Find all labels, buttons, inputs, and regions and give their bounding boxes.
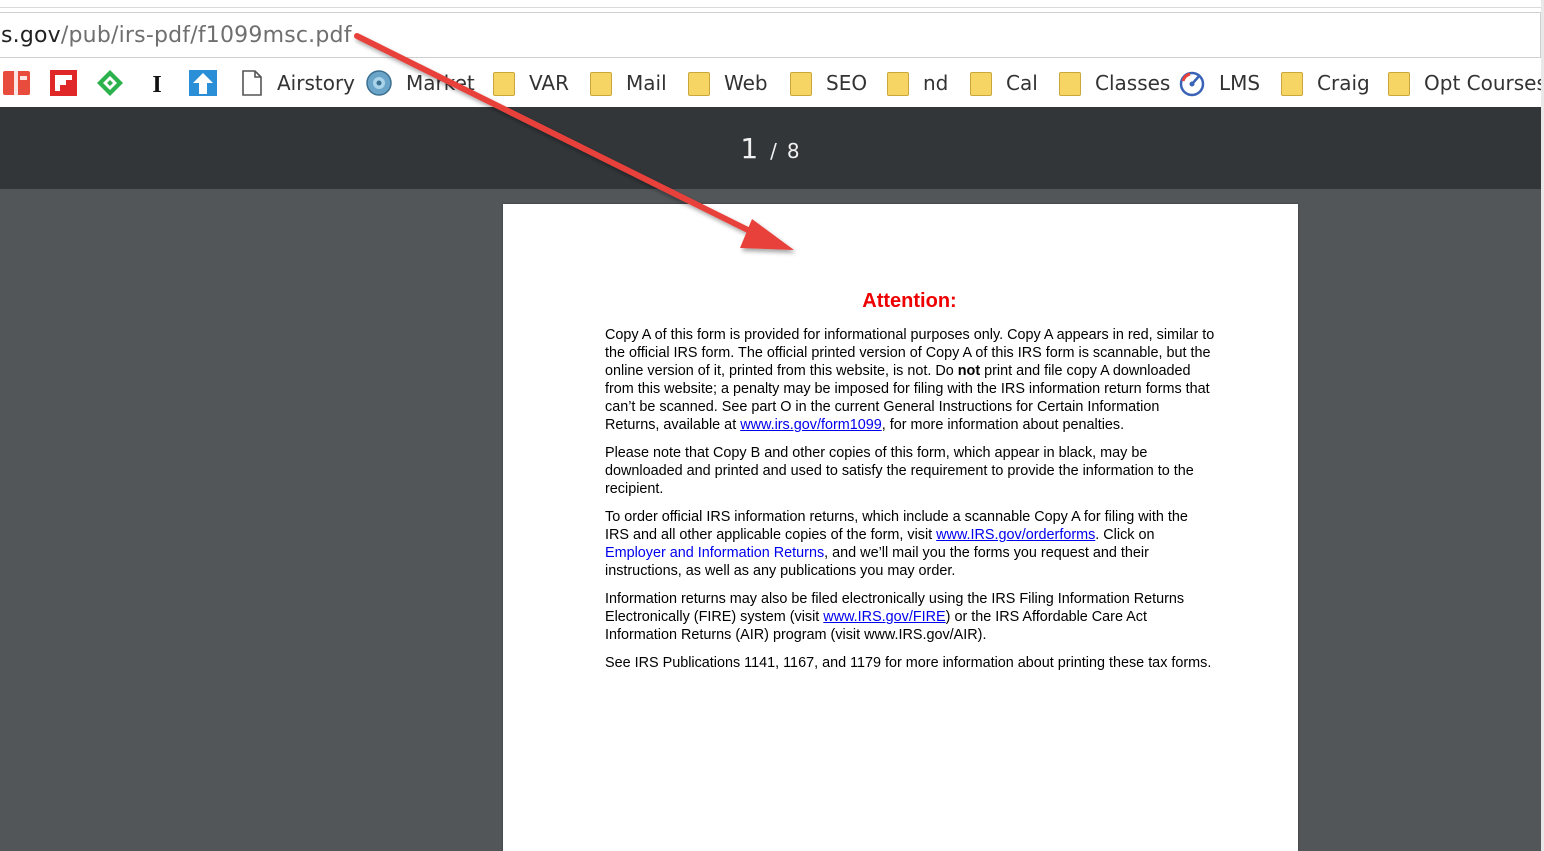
paragraph-publications: See IRS Publications 1141, 1167, and 117… <box>605 655 1212 671</box>
url-host: s.gov <box>1 22 61 48</box>
bookmark-folder-web[interactable]: Web <box>688 60 768 106</box>
folder-icon <box>493 72 515 96</box>
bookmark-label: VAR <box>529 71 569 95</box>
total-pages: 8 <box>786 138 800 163</box>
page-icon <box>241 69 263 97</box>
paragraph-copy-b: Please note that Copy B and other copies… <box>605 445 1194 497</box>
bookmark-folder-opt-courses[interactable]: Opt Courses <box>1388 60 1544 106</box>
bookmark-folder-var[interactable]: VAR <box>493 60 569 106</box>
text-run: . Click on <box>1095 527 1155 543</box>
attention-heading: Attention: <box>862 290 957 312</box>
instapaper-icon: I <box>143 69 171 98</box>
bookmark-label: Market <box>406 71 475 95</box>
bookmark-label: Mail <box>626 71 667 95</box>
link-orderforms[interactable]: www.IRS.gov/orderforms <box>936 527 1095 543</box>
pdf-page: Attention: Copy A of this form is provid… <box>503 204 1298 851</box>
bookmark-label: Web <box>724 71 768 95</box>
folder-icon <box>1388 72 1410 96</box>
paragraph-order-forms: To order official IRS information return… <box>605 508 1215 580</box>
bookmark-instapaper[interactable]: I <box>143 60 171 106</box>
bookmark-folder-cal[interactable]: Cal <box>970 60 1038 106</box>
pdf-viewport[interactable]: Attention: Copy A of this form is provid… <box>0 189 1541 851</box>
link-employer-information-returns[interactable]: Employer and Information Returns <box>605 545 824 561</box>
current-page-number[interactable]: 1 <box>740 132 758 165</box>
address-bar[interactable]: s.gov/pub/irs-pdf/f1099msc.pdf <box>0 12 1541 58</box>
bookmark-airstory[interactable]: Airstory <box>241 60 355 106</box>
bookmark-app-red[interactable] <box>3 60 31 106</box>
bookmark-flipboard[interactable] <box>50 60 78 106</box>
bookmark-lms[interactable]: LMS <box>1178 60 1260 106</box>
folder-icon <box>1281 72 1303 96</box>
text-bold: not <box>957 363 981 379</box>
bookmark-label: LMS <box>1219 71 1261 95</box>
paragraph-copy-a: Copy A of this form is provided for info… <box>605 326 1215 434</box>
bookmark-label: Cal <box>1006 71 1038 95</box>
bookmark-market[interactable]: Market <box>365 60 475 106</box>
feedly-icon <box>96 69 124 97</box>
folder-icon <box>590 72 612 96</box>
folder-icon <box>1059 72 1081 96</box>
app-red-icon <box>3 69 31 97</box>
bookmark-label: Classes <box>1095 71 1171 95</box>
link-form1099[interactable]: www.irs.gov/form1099 <box>740 417 882 433</box>
bookmark-folder-nd[interactable]: nd <box>887 60 948 106</box>
lms-gauge-icon <box>1178 69 1206 97</box>
bookmark-folder-mail[interactable]: Mail <box>590 60 667 106</box>
folder-icon <box>688 72 710 96</box>
url-text[interactable]: s.gov/pub/irs-pdf/f1099msc.pdf <box>0 23 352 48</box>
bookmark-upload[interactable] <box>189 60 217 106</box>
url-path: /pub/irs-pdf/f1099msc.pdf <box>60 22 352 48</box>
bookmark-label: nd <box>923 71 949 95</box>
globe-icon <box>365 69 393 97</box>
folder-icon <box>790 72 812 96</box>
link-fire[interactable]: www.IRS.gov/FIRE <box>823 609 945 625</box>
pdf-viewer-toolbar: 1 / 8 <box>0 107 1544 189</box>
bookmarks-bar: I Airstory Market VAR Mail Web SEO nd Ca… <box>0 60 1544 106</box>
paragraph-fire: Information returns may also be filed el… <box>605 590 1215 644</box>
bookmark-label: Craig <box>1317 71 1370 95</box>
text-run: , for more information about penalties. <box>881 417 1125 433</box>
bookmark-label: Opt Courses <box>1424 71 1544 95</box>
bookmark-folder-seo[interactable]: SEO <box>790 60 867 106</box>
window-top-edge <box>0 0 1544 8</box>
flipboard-icon <box>50 69 78 97</box>
folder-icon <box>970 72 992 96</box>
upload-arrow-icon <box>189 69 217 97</box>
folder-icon <box>887 72 909 96</box>
page-counter: 1 / 8 <box>740 132 799 165</box>
svg-text:I: I <box>152 72 161 97</box>
bookmark-label: SEO <box>826 71 868 95</box>
pdf-body-text: Copy A of this form is provided for info… <box>605 326 1215 682</box>
page-separator: / <box>770 138 777 163</box>
bookmark-folder-craig[interactable]: Craig <box>1281 60 1370 106</box>
bookmark-label: Airstory <box>277 71 356 95</box>
bookmark-folder-classes[interactable]: Classes <box>1059 60 1170 106</box>
bookmark-feedly[interactable] <box>96 60 124 106</box>
